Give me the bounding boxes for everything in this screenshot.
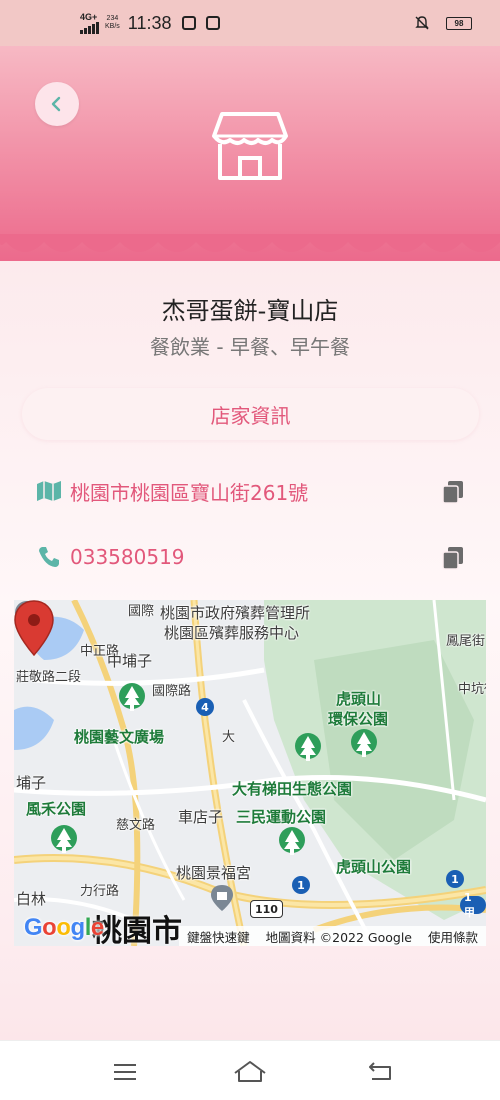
store-name: 杰哥蛋餅-寶山店: [161, 297, 339, 325]
battery-icon: 98: [446, 16, 472, 30]
map-label-hutoushan-2: 環保公園: [328, 710, 389, 728]
copy-address-icon[interactable]: [440, 479, 466, 505]
map-label-road: 大: [222, 730, 236, 745]
map-label-guoji: 國際路: [152, 684, 192, 699]
chevron-left-icon: [51, 96, 61, 112]
map-label-chediangzi: 車店子: [178, 808, 224, 826]
map-data-credit: 地圖資料 ©2022 Google: [265, 929, 412, 945]
park-tree-icon: [119, 683, 145, 711]
address-row[interactable]: 桃園市桃園區寶山街261號: [36, 471, 466, 511]
map-label-sanmin-park: 三民運動公園: [236, 808, 327, 826]
instagram-icon: [181, 16, 196, 30]
store-location-pin-icon[interactable]: [14, 600, 54, 656]
system-nav-bar: [0, 1040, 500, 1100]
mail-icon: [205, 16, 220, 30]
route-shield-1b: 1: [446, 870, 464, 888]
map-icon: [36, 478, 62, 504]
park-tree-icon: [279, 827, 305, 855]
temple-icon: [211, 885, 233, 911]
map-label-puzi: 埔子: [16, 774, 47, 792]
address-text[interactable]: 桃園市桃園區寶山街261號: [70, 477, 308, 506]
copy-phone-icon[interactable]: [440, 545, 466, 571]
map-label-zhongpuzi: 中埔子: [107, 652, 153, 670]
clock: 11:38: [127, 12, 172, 33]
home-icon[interactable]: [233, 1059, 267, 1085]
network-speed: 234 KB/s: [105, 15, 120, 30]
scallop-edge: [0, 234, 500, 252]
signal-bars-icon: [80, 21, 99, 34]
map-label-ciwen-rd: 慈文路: [116, 818, 156, 833]
tab-store-info-label: 店家資訊: [210, 403, 291, 428]
route-shield-1jia: 1甲: [460, 891, 486, 919]
map-label-gov-1: 桃園市政府殯葬管理所: [160, 604, 311, 622]
route-shield-110: 110: [250, 900, 283, 918]
map-label-arts-plaza: 桃園藝文廣場: [74, 728, 165, 746]
map-label-guoji-rd: 國際: [128, 604, 155, 619]
park-tree-icon: [295, 733, 321, 761]
storefront-icon: [212, 112, 288, 180]
route-shield-4: 4: [196, 698, 214, 716]
map-label-bailin: 白林: [16, 890, 47, 908]
store-map[interactable]: 國際 桃園市政府殯葬管理所 桃園區殯葬服務中心 中正路 中埔子 莊敬路二段 國際…: [14, 600, 486, 946]
map-label-hutoushan-park: 虎頭山公園: [336, 858, 412, 876]
map-label-fenghe-park: 風禾公園: [26, 800, 87, 818]
signal-indicator: 4G+: [80, 11, 99, 34]
terms-link[interactable]: 使用條款: [428, 927, 478, 946]
map-label-fengwei-st: 鳳尾街: [446, 634, 486, 649]
phone-text[interactable]: 033580519: [70, 545, 185, 569]
phone-icon: [36, 544, 62, 570]
network-type: 4G+: [80, 11, 98, 22]
back-button[interactable]: [35, 82, 79, 126]
map-label-gov-2: 桃園區殯葬服務中心: [164, 624, 300, 642]
map-label-lixing-rd: 力行路: [80, 884, 120, 899]
park-tree-icon: [351, 729, 377, 757]
phone-row[interactable]: 033580519: [36, 537, 466, 577]
park-tree-icon: [51, 825, 77, 853]
status-bar: 4G+ 234 KB/s 11:38 98: [0, 0, 500, 46]
map-label-zhongkeng: 中坑街: [458, 682, 486, 697]
map-attribution: 鍵盤快速鍵 地圖資料 ©2022 Google 使用條款: [179, 926, 486, 946]
mute-bell-icon: [415, 16, 429, 30]
map-label-dayou-park: 大有梯田生態公園: [232, 780, 353, 798]
menu-icon[interactable]: [108, 1059, 142, 1085]
back-nav-icon[interactable]: [364, 1059, 398, 1085]
tab-store-info[interactable]: 店家資訊: [22, 388, 479, 440]
route-shield-1a: 1: [292, 876, 310, 894]
map-label-city: 桃園市: [92, 914, 182, 946]
map-label-zhuangjing-rd: 莊敬路二段: [16, 670, 82, 685]
map-label-jingfu-temple: 桃園景福宮: [176, 864, 252, 882]
map-label-hutoushan-1: 虎頭山: [336, 690, 382, 708]
google-logo: Google: [24, 914, 104, 941]
keyboard-shortcuts-link[interactable]: 鍵盤快速鍵: [187, 927, 250, 946]
store-category: 餐飲業 - 早餐、早午餐: [150, 335, 350, 359]
